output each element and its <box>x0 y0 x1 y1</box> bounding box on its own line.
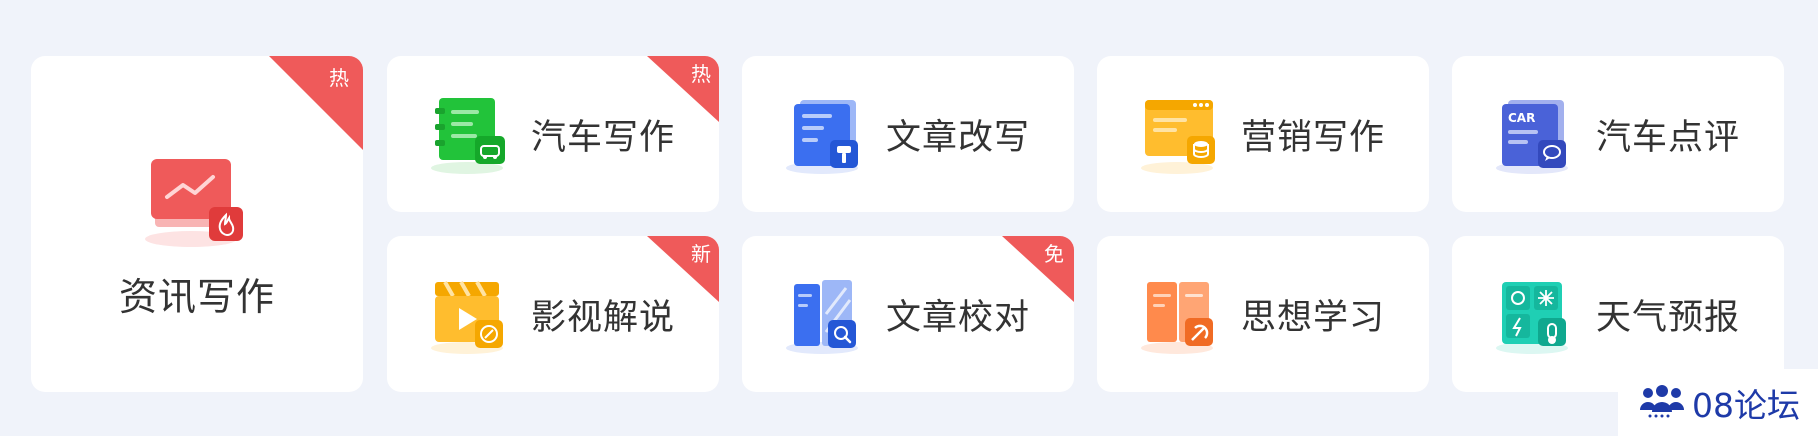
card-film-commentary[interactable]: 新 影视解说 <box>387 236 719 392</box>
hot-badge: 热 <box>269 56 363 150</box>
card-label: 思想学习 <box>1241 297 1386 338</box>
weather-grid-icon <box>1492 274 1578 356</box>
card-marketing-writing[interactable]: 营销写作 <box>1097 56 1429 212</box>
watermark: 08论坛 <box>1618 369 1818 436</box>
browser-database-icon <box>1137 94 1223 176</box>
car-notebook-icon <box>427 94 513 176</box>
watermark-text: 08论坛 <box>1692 385 1800 425</box>
card-label: 资讯写作 <box>118 275 275 319</box>
card-news-writing[interactable]: 热 资讯写作 <box>31 56 363 392</box>
car-text: CAR <box>1508 111 1535 125</box>
badge-text: 热 <box>329 66 349 90</box>
badge-text: 免 <box>1044 242 1064 266</box>
document-brush-icon <box>782 94 868 176</box>
card-ideology-study[interactable]: 思想学习 <box>1097 236 1429 392</box>
card-article-rewrite[interactable]: 文章改写 <box>742 56 1074 212</box>
card-label: 汽车点评 <box>1596 117 1741 158</box>
card-label: 影视解说 <box>531 297 676 338</box>
clapperboard-play-icon <box>427 274 513 356</box>
badge-text: 热 <box>691 62 711 86</box>
book-party-icon <box>1137 274 1223 356</box>
card-label: 汽车写作 <box>531 117 676 158</box>
card-label: 文章校对 <box>886 297 1031 338</box>
people-group-icon <box>1638 384 1686 422</box>
monitor-trend-icon <box>141 151 251 251</box>
card-article-proofread[interactable]: 免 文章校对 <box>742 236 1074 392</box>
card-label: 营销写作 <box>1241 117 1386 158</box>
car-comment-icon: CAR <box>1492 94 1578 176</box>
card-car-review[interactable]: CAR 汽车点评 <box>1452 56 1784 212</box>
badge-text: 新 <box>691 242 711 266</box>
document-search-icon <box>782 274 868 356</box>
card-car-writing[interactable]: 热 汽车写作 <box>387 56 719 212</box>
card-label: 文章改写 <box>886 117 1031 158</box>
